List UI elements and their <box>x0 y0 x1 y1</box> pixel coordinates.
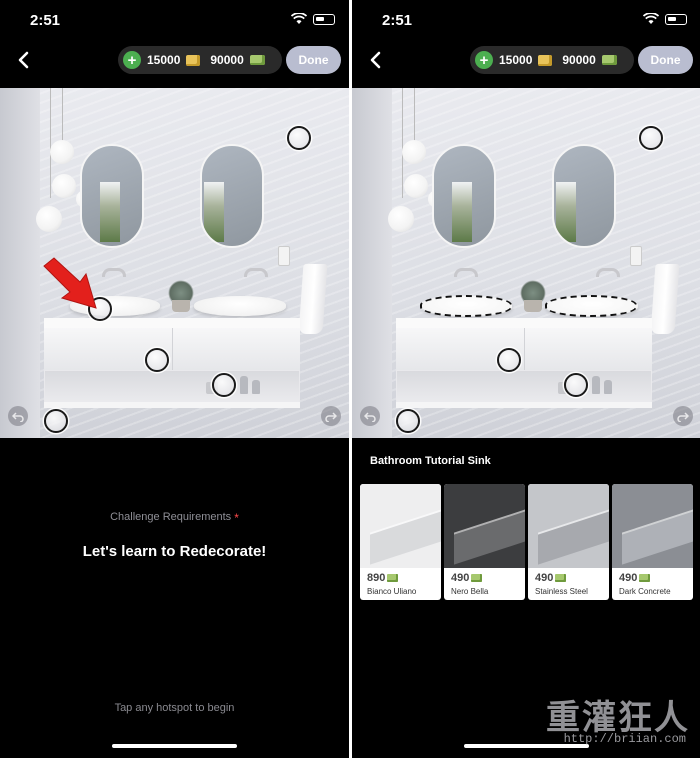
coin-icon <box>538 54 553 66</box>
coin-amount: 15000 <box>499 53 533 67</box>
undo-icon[interactable] <box>8 406 28 426</box>
cash-icon <box>249 55 265 65</box>
currency-pill[interactable]: + 15000 90000 <box>470 46 634 74</box>
hotspot-vanity[interactable] <box>145 348 169 372</box>
material-section-title: Bathroom Tutorial Sink <box>370 455 491 467</box>
material-card[interactable]: 490 Nero Bella <box>444 484 525 600</box>
material-name: Bianco Uliano <box>367 587 417 596</box>
hotspot-shelf[interactable] <box>564 373 588 397</box>
material-card[interactable]: 490 Stainless Steel <box>528 484 609 600</box>
material-name: Dark Concrete <box>619 587 671 596</box>
wall-outlet <box>278 246 290 266</box>
back-chevron-icon[interactable] <box>14 50 34 70</box>
hotspot-hint: Tap any hotspot to begin <box>114 702 235 714</box>
pendant-light <box>50 140 74 164</box>
towel <box>650 264 680 334</box>
right-screen: 2:51 + 15000 90000 Done Bathroom Tutoria… <box>352 0 700 758</box>
hotspot-floor[interactable] <box>396 409 420 433</box>
undo-icon[interactable] <box>360 406 380 426</box>
vanity-shelf <box>396 370 652 406</box>
material-card[interactable]: 490 Dark Concrete <box>612 484 693 600</box>
battery-icon <box>313 13 335 25</box>
done-button[interactable]: Done <box>286 46 341 74</box>
currency-pill[interactable]: + 15000 90000 <box>118 46 282 74</box>
plus-icon[interactable]: + <box>123 51 141 69</box>
left-screen: 2:51 + 15000 90000 Done Challenge Requir… <box>0 0 349 758</box>
bathroom-scene <box>0 88 349 438</box>
wall-outlet <box>630 246 642 266</box>
done-button[interactable]: Done <box>638 46 693 74</box>
wifi-icon <box>643 13 659 24</box>
cash-amount: 90000 <box>562 53 596 67</box>
status-icons <box>291 13 335 25</box>
hotspot-vanity[interactable] <box>497 348 521 372</box>
material-card[interactable]: 890 Bianco Uliano <box>360 484 441 600</box>
cash-icon <box>555 574 567 582</box>
material-swatch <box>612 484 693 568</box>
mirror-right <box>552 144 616 248</box>
mirror-left <box>80 144 144 248</box>
status-time: 2:51 <box>382 12 413 29</box>
material-swatch <box>528 484 609 568</box>
challenge-title: Let's learn to Redecorate! <box>82 543 267 560</box>
pendant-light <box>52 174 76 198</box>
status-icons <box>643 13 687 25</box>
plus-icon[interactable]: + <box>475 51 493 69</box>
cash-icon <box>387 574 399 582</box>
material-price: 890 <box>367 572 399 584</box>
cash-icon <box>471 574 483 582</box>
vanity-cabinet <box>396 328 652 371</box>
hotspot-shelf[interactable] <box>212 373 236 397</box>
home-indicator[interactable] <box>112 744 237 748</box>
cash-icon <box>639 574 651 582</box>
material-cards: 890 Bianco Uliano 490 Nero Bella 490 Sta… <box>360 484 693 600</box>
required-star: * <box>234 511 239 525</box>
faucet <box>454 268 478 277</box>
faucet <box>244 268 268 277</box>
challenge-requirements-label: Challenge Requirements * <box>110 511 239 525</box>
coin-amount: 15000 <box>147 53 181 67</box>
sink-basin <box>194 296 286 316</box>
pendant-light <box>402 140 426 164</box>
status-time: 2:51 <box>30 12 61 29</box>
pendant-light <box>388 206 414 232</box>
battery-icon <box>665 13 687 25</box>
material-swatch <box>360 484 441 568</box>
bathroom-scene <box>352 88 700 438</box>
coin-icon <box>186 54 201 66</box>
pendant-light <box>36 206 62 232</box>
pointer-arrow-icon <box>43 257 97 309</box>
faucet <box>596 268 620 277</box>
hotspot-wall[interactable] <box>287 126 311 150</box>
selected-sink-outline[interactable] <box>420 295 512 317</box>
mirror-right <box>200 144 264 248</box>
material-price: 490 <box>619 572 651 584</box>
pendant-light <box>404 174 428 198</box>
material-swatch <box>444 484 525 568</box>
material-name: Nero Bella <box>451 587 489 596</box>
material-price: 490 <box>451 572 483 584</box>
material-price: 490 <box>535 572 567 584</box>
vanity-shelf <box>44 370 300 406</box>
hotspot-floor[interactable] <box>44 409 68 433</box>
redo-icon[interactable] <box>673 406 693 426</box>
cash-icon <box>601 55 617 65</box>
selected-sink-outline[interactable] <box>545 295 637 317</box>
redo-icon[interactable] <box>321 406 341 426</box>
material-name: Stainless Steel <box>535 587 588 596</box>
wifi-icon <box>291 13 307 24</box>
vanity-cabinet <box>44 328 300 371</box>
cash-amount: 90000 <box>210 53 244 67</box>
back-chevron-icon[interactable] <box>366 50 386 70</box>
hotspot-wall[interactable] <box>639 126 663 150</box>
watermark-url: http://briian.com <box>563 732 686 746</box>
towel <box>298 264 328 334</box>
mirror-left <box>432 144 496 248</box>
